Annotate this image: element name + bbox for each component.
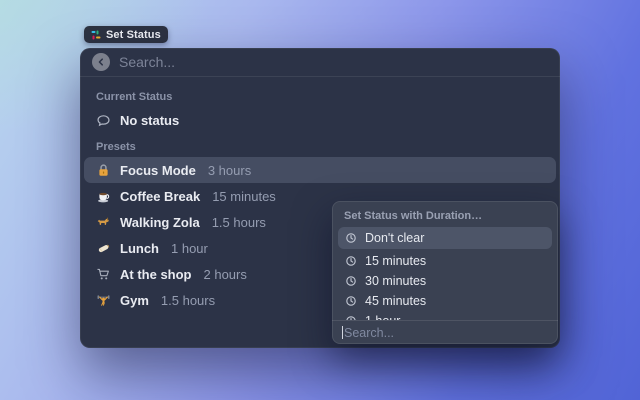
clock-icon: [345, 232, 357, 244]
desktop: Set Status Search... Current Status No s…: [0, 0, 640, 400]
submenu-search-placeholder: Search...: [344, 326, 394, 340]
duration-option-30-minutes[interactable]: 30 minutes: [338, 271, 552, 291]
preset-duration: 1.5 hours: [212, 215, 266, 230]
preset-focus-mode[interactable]: Focus Mode 3 hours: [84, 157, 556, 183]
header-divider: [80, 76, 560, 77]
search-input[interactable]: Search...: [119, 54, 175, 70]
preset-duration: 3 hours: [208, 163, 251, 178]
submenu-list: Don't clear 15 minutes 30 minutes 45 min…: [332, 227, 558, 320]
coffee-emoji: [96, 189, 111, 204]
duration-option-dont-clear[interactable]: Don't clear: [338, 227, 552, 249]
duration-option-label: 15 minutes: [365, 254, 426, 268]
submenu-title: Set Status with Duration…: [332, 201, 558, 227]
duration-option-label: 30 minutes: [365, 274, 426, 288]
preset-label: Walking Zola: [120, 215, 200, 230]
section-presets: Presets: [96, 137, 544, 157]
text-caret: [342, 326, 343, 339]
preset-label: Focus Mode: [120, 163, 196, 178]
badge-label: Set Status: [106, 29, 161, 41]
preset-label: Coffee Break: [120, 189, 200, 204]
slack-icon: [91, 30, 101, 40]
preset-duration: 1.5 hours: [161, 293, 215, 308]
shopping-cart-emoji: [96, 267, 111, 282]
search-header: Search...: [80, 48, 560, 76]
duration-submenu: Set Status with Duration… Don't clear 15…: [332, 201, 558, 344]
preset-label: Gym: [120, 293, 149, 308]
dog-emoji: [96, 215, 111, 230]
lock-emoji: [96, 163, 111, 178]
chevron-left-icon: [96, 57, 106, 67]
duration-option-15-minutes[interactable]: 15 minutes: [338, 251, 552, 271]
duration-option-label: Don't clear: [365, 231, 424, 245]
duration-option-45-minutes[interactable]: 45 minutes: [338, 291, 552, 311]
preset-label: At the shop: [120, 267, 192, 282]
clock-icon: [345, 255, 357, 267]
list-item-label: No status: [120, 113, 179, 128]
duration-option-label: 45 minutes: [365, 294, 426, 308]
list-item-no-status[interactable]: No status: [84, 107, 556, 133]
preset-duration: 15 minutes: [212, 189, 276, 204]
clock-icon: [345, 275, 357, 287]
clock-icon: [345, 295, 357, 307]
preset-duration: 2 hours: [204, 267, 247, 282]
speech-bubble-icon: [96, 113, 111, 128]
preset-label: Lunch: [120, 241, 159, 256]
set-status-badge: Set Status: [84, 26, 168, 43]
back-button[interactable]: [92, 53, 110, 71]
duration-option-1-hour[interactable]: 1 hour: [338, 311, 552, 320]
weight-lifter-emoji: [96, 293, 111, 308]
submenu-search-input[interactable]: Search...: [332, 320, 558, 344]
section-current-status: Current Status: [96, 87, 544, 107]
burrito-emoji: [96, 241, 111, 256]
preset-duration: 1 hour: [171, 241, 208, 256]
